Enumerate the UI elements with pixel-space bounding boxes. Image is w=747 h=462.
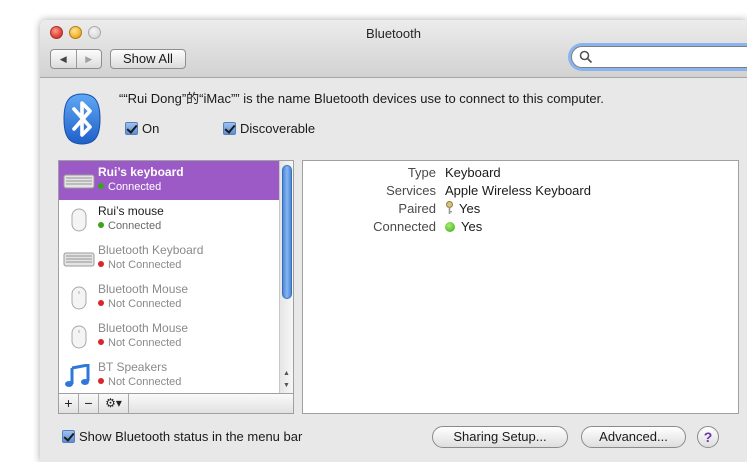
connected-indicator-icon bbox=[98, 222, 104, 228]
search-icon bbox=[579, 50, 593, 64]
paired-value: Yes bbox=[459, 201, 481, 216]
titlebar: Bluetooth ◀ ▶ Show All bbox=[40, 20, 747, 78]
connected-indicator-icon bbox=[98, 183, 104, 189]
services-label: Services bbox=[386, 183, 436, 198]
remove-device-button[interactable]: − bbox=[79, 394, 99, 413]
device-status: Not Connected bbox=[98, 259, 181, 271]
device-item-ruis-mouse[interactable]: Rui’s mouse Connected bbox=[59, 200, 279, 239]
type-value: Keyboard bbox=[445, 165, 501, 180]
scroll-thumb[interactable] bbox=[282, 165, 292, 299]
discoverable-option[interactable]: Discoverable bbox=[223, 121, 315, 136]
connected-value: Yes bbox=[461, 219, 483, 234]
device-name: Bluetooth Mouse bbox=[98, 282, 189, 296]
music-note-icon bbox=[65, 364, 90, 387]
chevron-left-icon: ◀ bbox=[59, 53, 67, 64]
mouse-icon bbox=[71, 325, 87, 349]
scroll-down-arrow-icon[interactable]: ▼ bbox=[280, 379, 293, 392]
device-item-bt-speakers[interactable]: BT Speakers Not Connected bbox=[59, 356, 279, 393]
mouse-icon bbox=[71, 208, 87, 232]
advanced-button[interactable]: Advanced... bbox=[581, 426, 686, 448]
device-name: BT Speakers bbox=[98, 360, 168, 374]
not-connected-indicator-icon bbox=[98, 300, 104, 306]
show-all-button[interactable]: Show All bbox=[110, 49, 186, 69]
help-button[interactable]: ? bbox=[697, 426, 719, 448]
type-label: Type bbox=[407, 165, 436, 180]
gear-menu-button[interactable]: ⚙▾ bbox=[99, 394, 129, 413]
device-name: Bluetooth Keyboard bbox=[98, 243, 204, 257]
keyboard-icon bbox=[63, 252, 95, 267]
device-status: Not Connected bbox=[98, 298, 181, 310]
preferences-window: Bluetooth ◀ ▶ Show All ““Rui Dong”的“iMac… bbox=[40, 20, 747, 462]
device-list-scrollbar[interactable]: ▲ ▼ bbox=[279, 161, 293, 393]
menubar-status-label: Show Bluetooth status in the menu bar bbox=[79, 429, 303, 444]
device-name: Rui’s keyboard bbox=[98, 165, 184, 179]
sharing-setup-button[interactable]: Sharing Setup... bbox=[432, 426, 568, 448]
paired-value-group: Yes bbox=[445, 201, 480, 216]
on-option[interactable]: On bbox=[125, 121, 159, 136]
device-item-bluetooth-mouse-2[interactable]: Bluetooth Mouse Not Connected bbox=[59, 317, 279, 356]
not-connected-indicator-icon bbox=[98, 339, 104, 345]
on-checkbox[interactable] bbox=[125, 122, 138, 135]
services-value: Apple Wireless Keyboard bbox=[445, 183, 591, 198]
bluetooth-icon bbox=[63, 93, 101, 145]
device-item-bluetooth-mouse[interactable]: Bluetooth Mouse Not Connected bbox=[59, 278, 279, 317]
connected-label: Connected bbox=[373, 219, 436, 234]
keyboard-icon bbox=[63, 174, 95, 189]
not-connected-indicator-icon bbox=[98, 261, 104, 267]
chevron-right-icon: ▶ bbox=[85, 53, 93, 64]
menubar-status-checkbox[interactable] bbox=[62, 430, 75, 443]
device-name: Bluetooth Mouse bbox=[98, 321, 189, 335]
nav-segmented-control: ◀ ▶ bbox=[50, 49, 102, 69]
window-title: Bluetooth bbox=[366, 26, 421, 41]
device-list[interactable]: Rui’s keyboard Connected Rui’s mouse Con… bbox=[58, 160, 294, 394]
on-label: On bbox=[142, 121, 160, 136]
device-details-panel: Type Keyboard Services Apple Wireless Ke… bbox=[302, 160, 739, 414]
connected-value-group: Yes bbox=[445, 219, 482, 234]
back-button[interactable]: ◀ bbox=[51, 50, 76, 68]
bluetooth-name-description: ““Rui Dong”的“iMac”” is the name Bluetoot… bbox=[119, 91, 604, 106]
device-name: Rui’s mouse bbox=[98, 204, 164, 218]
search-input[interactable] bbox=[594, 49, 744, 65]
device-list-controls: + − ⚙▾ bbox=[58, 394, 294, 414]
discoverable-checkbox[interactable] bbox=[223, 122, 236, 135]
add-device-button[interactable]: + bbox=[59, 394, 79, 413]
search-field[interactable] bbox=[571, 46, 747, 68]
device-item-bluetooth-keyboard[interactable]: Bluetooth Keyboard Not Connected bbox=[59, 239, 279, 278]
device-status: Not Connected bbox=[98, 376, 181, 388]
device-status: Not Connected bbox=[98, 337, 181, 349]
paired-label: Paired bbox=[398, 201, 436, 216]
device-status: Connected bbox=[98, 181, 161, 193]
device-status: Connected bbox=[98, 220, 161, 232]
forward-button[interactable]: ▶ bbox=[75, 50, 102, 68]
menubar-status-option[interactable]: Show Bluetooth status in the menu bar bbox=[62, 429, 302, 444]
connected-status-icon bbox=[445, 222, 455, 232]
discoverable-label: Discoverable bbox=[240, 121, 316, 136]
device-item-ruis-keyboard[interactable]: Rui’s keyboard Connected bbox=[59, 161, 279, 200]
mouse-icon bbox=[71, 286, 87, 310]
not-connected-indicator-icon bbox=[98, 378, 104, 384]
gear-icon: ⚙▾ bbox=[105, 396, 122, 410]
key-icon bbox=[446, 201, 453, 214]
